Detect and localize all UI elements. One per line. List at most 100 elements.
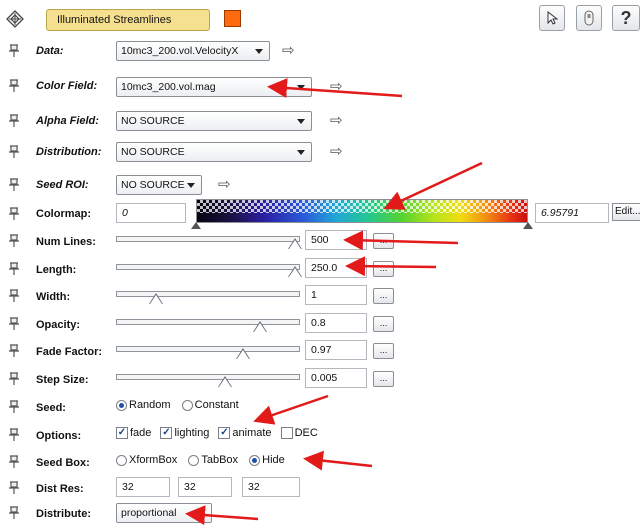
seed-box-label: Seed Box: [36,457,90,469]
fade-checkbox[interactable]: ✓ [116,427,128,440]
pin-icon[interactable] [7,234,21,248]
slider-track [116,346,300,352]
alpha-field-label: Alpha Field: [36,115,99,127]
pin-icon[interactable] [7,428,21,442]
pin-icon[interactable] [7,506,21,520]
slider-track [116,319,300,325]
pin-icon[interactable] [7,455,21,469]
module-title[interactable]: Illuminated Streamlines [46,9,210,31]
colormap-max-field[interactable]: 6.95791 [535,203,609,223]
color-field-select[interactable]: 10mc3_200.vol.mag [116,77,312,97]
seed-roi-select[interactable]: NO SOURCE [116,175,202,195]
dec-checkbox[interactable] [280,427,293,440]
pin-icon[interactable] [7,289,21,303]
step-size-field[interactable]: 0.005 [305,368,367,388]
seed-box-radio-group: XformBox TabBox Hide [116,454,285,466]
seed-constant-radio[interactable] [181,399,193,411]
step-size-label: Step Size: [36,374,89,386]
opacity-slider[interactable] [116,315,300,335]
hand-pointer-icon[interactable]: ⇨ [282,43,295,59]
dist-res-x-field[interactable]: 32 [116,477,170,497]
hand-pointer-icon[interactable]: ⇨ [330,144,343,160]
distribution-select-value: NO SOURCE [121,146,185,158]
colormap-max-handle[interactable] [523,222,533,229]
xformbox-radio[interactable] [116,454,127,466]
dist-res-z-field[interactable]: 32 [242,477,300,497]
pin-icon[interactable] [7,262,21,276]
hand-pointer-icon[interactable]: ⇨ [330,113,343,129]
pin-icon[interactable] [7,114,21,128]
option-label: lighting [174,427,210,440]
options-checkbox-group: ✓ fade ✓ lighting ✓ animate DEC [116,427,318,440]
color-field-select-value: 10mc3_200.vol.mag [121,81,216,93]
distribute-select[interactable]: proportional [116,503,212,523]
slider-track [116,374,300,380]
distribute-label: Distribute: [36,508,91,520]
num-lines-more-button[interactable]: ... [373,233,394,249]
length-slider[interactable] [116,260,302,280]
lighting-checkbox[interactable]: ✓ [160,427,173,440]
pointer-button[interactable] [539,5,565,31]
slider-track [116,291,300,297]
annotation-arrow [253,394,329,425]
length-more-button[interactable]: ... [373,261,394,277]
width-more-button[interactable]: ... [373,288,394,304]
fade-factor-more-button[interactable]: ... [373,343,394,359]
pin-icon[interactable] [7,145,21,159]
data-select[interactable]: 10mc3_200.vol.VelocityX [116,41,270,61]
num-lines-slider[interactable] [116,232,302,252]
lock-button[interactable] [576,5,602,31]
colormap-min-field[interactable]: 0 [116,203,186,223]
pin-icon[interactable] [7,344,21,358]
fade-factor-slider[interactable] [116,342,300,362]
slider-track [116,236,300,242]
seed-box-option-label: Hide [262,454,285,467]
hide-radio[interactable] [249,454,261,466]
annotation-arrow [303,450,373,471]
hand-pointer-icon[interactable]: ⇨ [218,177,231,193]
tabbox-radio[interactable] [188,454,200,466]
pin-icon[interactable] [7,44,21,58]
dist-res-y-field[interactable]: 32 [178,477,232,497]
step-size-more-button[interactable]: ... [373,371,394,387]
seed-random-radio[interactable] [116,399,127,411]
colormap-edit-button[interactable]: Edit... [612,203,640,221]
opacity-more-button[interactable]: ... [373,316,394,332]
seed-roi-select-value: NO SOURCE [121,179,185,191]
pin-icon[interactable] [7,178,21,192]
pin-icon[interactable] [7,207,21,221]
pin-icon[interactable] [7,317,21,331]
pin-icon[interactable] [7,372,21,386]
alpha-field-select[interactable]: NO SOURCE [116,111,312,131]
num-lines-field[interactable]: 500 [305,230,367,250]
chevron-down-icon [187,183,195,188]
colormap-min-handle[interactable] [191,222,201,229]
help-button[interactable]: ? [612,5,640,31]
seed-option-label: Random [129,399,171,412]
length-field[interactable]: 250.0 [305,258,367,278]
option-label: animate [232,427,272,440]
animate-checkbox[interactable]: ✓ [218,427,231,440]
distribution-select[interactable]: NO SOURCE [116,142,312,162]
slider-track [116,264,300,270]
alpha-checker [197,200,527,213]
opacity-field[interactable]: 0.8 [305,313,367,333]
opacity-label: Opacity: [36,319,81,331]
fade-factor-field[interactable]: 0.97 [305,340,367,360]
seed-label: Seed: [36,402,66,414]
seed-option-label: Constant [194,399,239,412]
colormap-label: Colormap: [36,208,91,220]
step-size-slider[interactable] [116,370,300,390]
hand-pointer-icon[interactable]: ⇨ [330,79,343,95]
pin-icon[interactable] [7,79,21,93]
width-slider[interactable] [116,287,300,307]
pointer-icon [547,11,558,25]
data-select-value: 10mc3_200.vol.VelocityX [121,45,239,57]
width-field[interactable]: 1 [305,285,367,305]
lock-icon [584,10,594,26]
colormap-bar[interactable] [196,199,528,223]
module-color-swatch[interactable] [224,10,241,27]
pin-icon[interactable] [7,481,21,495]
option-label: fade [130,427,152,440]
pin-icon[interactable] [7,400,21,414]
